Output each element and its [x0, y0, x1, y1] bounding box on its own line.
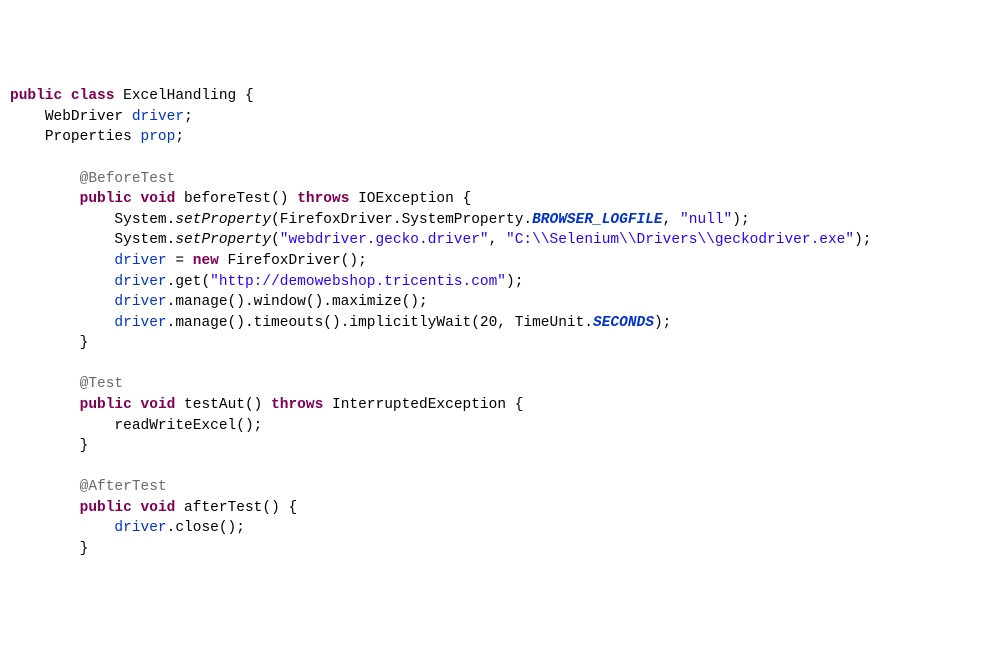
line-driver-init: driver = new FirefoxDriver(); — [10, 253, 367, 269]
args-open: (FirefoxDriver.SystemProperty. — [271, 212, 532, 228]
line-implicitwait: driver.manage().timeouts().implicitlyWai… — [10, 315, 671, 331]
method-get-close: ); — [506, 274, 523, 290]
keyword-public: public — [80, 500, 132, 516]
line-anno-test: @Test — [10, 376, 123, 392]
keyword-new: new — [193, 253, 219, 269]
line-readwrite: readWriteExcel(); — [10, 418, 262, 434]
method-get-open: .get( — [167, 274, 211, 290]
string-url: "http://demowebshop.tricentis.com" — [210, 274, 506, 290]
keyword-public: public — [80, 397, 132, 413]
constructor-call: FirefoxDriver(); — [219, 253, 367, 269]
field-prop: prop — [141, 129, 176, 145]
semicolon: ; — [184, 109, 193, 125]
brace-close: } — [80, 438, 89, 454]
line-testaut-sig: public void testAut() throws Interrupted… — [10, 397, 523, 413]
line-anno-after: @AfterTest — [10, 479, 167, 495]
keyword-void: void — [141, 397, 176, 413]
annotation-test: @Test — [80, 376, 124, 392]
static-field-seconds: SECONDS — [593, 315, 654, 331]
type-properties: Properties — [45, 129, 132, 145]
line-close-brace: } — [10, 541, 88, 557]
field-driver: driver — [114, 294, 166, 310]
comma: , — [489, 232, 506, 248]
line-anno-before: @BeforeTest — [10, 171, 175, 187]
line-close-brace: } — [10, 335, 88, 351]
annotation-aftertest: @AfterTest — [80, 479, 167, 495]
keyword-public: public — [10, 88, 62, 104]
static-field-browser-logfile: BROWSER_LOGFILE — [532, 212, 663, 228]
keyword-void: void — [141, 191, 176, 207]
line-beforetest-sig: public void beforeTest() throws IOExcept… — [10, 191, 471, 207]
brace-close: } — [80, 541, 89, 557]
line-aftertest-sig: public void afterTest() { — [10, 500, 297, 516]
type-webdriver: WebDriver — [45, 109, 123, 125]
semicolon: ; — [175, 129, 184, 145]
line-setprop-2: System.setProperty("webdriver.gecko.driv… — [10, 232, 871, 248]
exception-type: InterruptedException { — [323, 397, 523, 413]
line-close-brace: } — [10, 438, 88, 454]
field-driver: driver — [114, 274, 166, 290]
brace-close: } — [80, 335, 89, 351]
line-1: public class ExcelHandling { — [10, 88, 254, 104]
field-driver: driver — [114, 253, 166, 269]
equals: = — [167, 253, 193, 269]
exception-type: IOException { — [349, 191, 471, 207]
code-block: public class ExcelHandling { WebDriver d… — [10, 86, 989, 559]
keyword-class: class — [71, 88, 115, 104]
line-3: Properties prop; — [10, 129, 184, 145]
brace-open: { — [236, 88, 253, 104]
field-driver: driver — [114, 315, 166, 331]
method-name: testAut() — [175, 397, 271, 413]
line-driver-get: driver.get("http://demowebshop.tricentis… — [10, 274, 523, 290]
static-setproperty: setProperty — [175, 232, 271, 248]
keyword-void: void — [141, 500, 176, 516]
system-ref: System. — [114, 232, 175, 248]
method-name: beforeTest() — [175, 191, 297, 207]
args-close: ); — [654, 315, 671, 331]
field-driver: driver — [132, 109, 184, 125]
line-setprop-1: System.setProperty(FirefoxDriver.SystemP… — [10, 212, 750, 228]
args-close: ); — [732, 212, 749, 228]
keyword-throws: throws — [297, 191, 349, 207]
comma: , — [663, 212, 680, 228]
method-chain: .manage().window().maximize(); — [167, 294, 428, 310]
method-chain: .manage().timeouts().implicitlyWait(20, … — [167, 315, 593, 331]
string-literal: "C:\\Selenium\\Drivers\\geckodriver.exe" — [506, 232, 854, 248]
static-setproperty: setProperty — [175, 212, 271, 228]
string-literal: "webdriver.gecko.driver" — [280, 232, 489, 248]
string-literal: "null" — [680, 212, 732, 228]
args-close: ); — [854, 232, 871, 248]
paren-open: ( — [271, 232, 280, 248]
annotation-beforetest: @BeforeTest — [80, 171, 176, 187]
keyword-throws: throws — [271, 397, 323, 413]
keyword-public: public — [80, 191, 132, 207]
system-ref: System. — [114, 212, 175, 228]
class-name: ExcelHandling — [123, 88, 236, 104]
line-2: WebDriver driver; — [10, 109, 193, 125]
line-maximize: driver.manage().window().maximize(); — [10, 294, 428, 310]
method-name: afterTest() { — [175, 500, 297, 516]
method-call: readWriteExcel(); — [114, 418, 262, 434]
